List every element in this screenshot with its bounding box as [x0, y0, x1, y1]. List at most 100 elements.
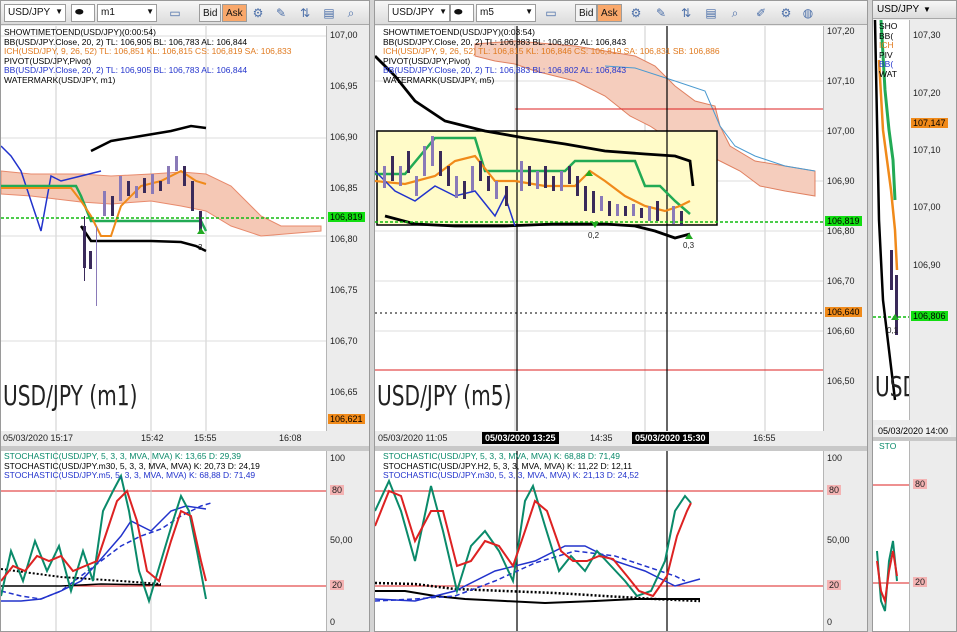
chart-style-icon: ⬬	[75, 7, 84, 18]
current-price-tag: 106,819	[825, 216, 862, 226]
price-chart[interactable]: 0,2 0,3 SHOWTIMETOEND(USD/JPY)(0:03:54) …	[375, 26, 823, 446]
drawing-tools-icon[interactable]: ✎	[273, 5, 289, 21]
price-chart[interactable]: 0,1 SHO BB( ICH PIV BB( WAT USD	[873, 19, 918, 420]
price-tick: 106,70	[827, 276, 855, 286]
stoch-tick: 50,00	[827, 535, 850, 545]
price-tick: 106,50	[827, 376, 855, 386]
edit-icon[interactable]: ✐	[753, 5, 769, 21]
price-axis[interactable]: 107,20 107,10 107,00 106,90 106,80 106,7…	[823, 26, 867, 431]
chart-toolbar: USD/JPY ▼ ⬬ m1 ▼ ▭ Bid Ask ⚙ ✎ ⇅ ▤ ⌕	[1, 1, 369, 25]
price-axis[interactable]: 107,30 107,20 107,10 107,00 106,90 107,1…	[909, 20, 956, 420]
indicator-legend: SHO BB( ICH PIV BB( WAT	[879, 21, 897, 79]
legend-line: STOCHASTIC(USD/JPY.m5, 5, 3, 3, MVA, MVA…	[4, 470, 256, 480]
time-label: 15:55	[194, 433, 217, 443]
stoch-tick: 50,00	[330, 535, 353, 545]
time-axis[interactable]: 05/03/2020 11:05 14:35 16:55	[375, 431, 823, 445]
price-tick: 106,60	[827, 326, 855, 336]
pivot-price-tag: 107,147	[911, 118, 948, 128]
timeframe-label: m5	[480, 7, 494, 18]
time-marker-box: 05/03/2020 15:30	[632, 432, 709, 444]
stoch-d-line	[1, 489, 207, 583]
time-label: 14:35	[590, 433, 613, 443]
chevron-down-icon: ▼	[55, 7, 63, 16]
price-tick: 107,10	[913, 145, 941, 155]
ask-button[interactable]: Ask	[597, 4, 622, 22]
price-tick: 107,00	[330, 30, 358, 40]
current-price-tag: 106,819	[328, 212, 365, 222]
indicator-legend: SHOWTIMETOEND(USD/JPY)(0:00:54) BB(USD/J…	[4, 27, 291, 85]
price-tick: 107,10	[827, 76, 855, 86]
stochastic-axis[interactable]: 100 80 50,00 20 0	[326, 451, 369, 631]
timeframe-select[interactable]: m5 ▼	[476, 4, 536, 22]
time-marker-box: 05/03/2020 14:00	[875, 425, 952, 437]
indicators-icon[interactable]: ⚙	[250, 5, 266, 21]
stochastic-pane[interactable]: STOCHASTIC(USD/JPY, 5, 3, 3, MVA, MVA) K…	[1, 451, 326, 631]
chart-style-icon: ⬬	[454, 7, 463, 18]
chevron-down-icon: ▼	[439, 7, 447, 16]
template-icon[interactable]: ▤	[321, 5, 337, 21]
timeframe-select[interactable]: m1 ▼	[97, 4, 157, 22]
time-axis[interactable]: 05/03/2020 15:17 15:42 15:55 16:08	[1, 431, 326, 445]
bid-button[interactable]: Bid	[575, 4, 598, 22]
price-tick: 106,85	[330, 183, 358, 193]
chart-toolbar: USD/JPY ▼ ⬬ m5 ▼ ▭ Bid Ask ⚙ ✎ ⇅ ▤ ⌕ ✐ ⚙ ◍	[375, 1, 867, 25]
marker-label: 3	[198, 243, 203, 252]
stoch-d-line	[375, 489, 692, 598]
price-axis[interactable]: 107,00 106,95 106,90 106,85 106,80 106,7…	[326, 26, 369, 431]
price-tick: 106,80	[827, 226, 855, 236]
time-label: 15:42	[141, 433, 164, 443]
ask-button[interactable]: Ask	[222, 4, 247, 22]
globe-icon[interactable]: ◍	[800, 5, 816, 21]
price-tick: 106,90	[827, 176, 855, 186]
indicator-legend: SHOWTIMETOEND(USD/JPY)(0:03:54) BB(USD/J…	[383, 27, 720, 85]
stoch-tick: 20	[827, 580, 842, 590]
price-chart[interactable]: 3 SHOWTIMETOEND(USD/JPY)(0:00:54) BB(USD…	[1, 26, 326, 431]
price-tick: 106,65	[330, 387, 358, 397]
symbol-select[interactable]: USD/JPY ▼	[4, 4, 66, 22]
trade-icon[interactable]: ⇅	[678, 5, 694, 21]
marker-label: 0,2	[588, 231, 600, 240]
template-icon[interactable]: ▤	[703, 5, 719, 21]
chart-style-select[interactable]: ⬬	[71, 4, 95, 22]
stoch-tick: 80	[827, 485, 842, 495]
symbol-select[interactable]: USD/JPY ▼	[388, 4, 450, 22]
stochastic-axis[interactable]: 100 80 50,00 20 0	[823, 451, 867, 631]
price-chart-canvas: 0,1	[873, 19, 909, 401]
price-tick: 107,30	[913, 30, 941, 40]
chevron-down-icon: ▼	[525, 7, 533, 16]
chevron-down-icon[interactable]: ▼	[923, 5, 931, 14]
stoch-tick: 80	[330, 485, 345, 495]
time-label: 05/03/2020 15:17	[3, 433, 74, 443]
price-tick: 106,70	[330, 336, 358, 346]
zoom-icon[interactable]: ⌕	[727, 5, 743, 21]
trade-icon[interactable]: ⇅	[297, 5, 313, 21]
stoch-tick: 0	[330, 617, 336, 627]
chart-style-select[interactable]: ⬬	[450, 4, 474, 22]
price-tick: 106,90	[330, 132, 358, 142]
chevron-down-icon: ▼	[146, 7, 154, 16]
price-chart-canvas: 0,2 0,3	[375, 26, 823, 446]
stochastic-legend: STOCHASTIC(USD/JPY, 5, 3, 3, MVA, MVA) K…	[4, 451, 260, 481]
chart-type-icon[interactable]: ▭	[543, 5, 559, 21]
drawing-tools-icon[interactable]: ✎	[653, 5, 669, 21]
time-label: 16:08	[279, 433, 302, 443]
symbol-label[interactable]: USD/JPY	[877, 4, 919, 15]
chart-type-icon[interactable]: ▭	[167, 5, 183, 21]
price-tick: 107,00	[913, 202, 941, 212]
stochastic-pane[interactable]: STO	[873, 441, 909, 631]
timeframe-label: m1	[101, 7, 115, 18]
price-chart-canvas: 3	[1, 26, 326, 431]
stochastic-pane[interactable]: STOCHASTIC(USD/JPY, 5, 3, 3, MVA, MVA) K…	[375, 451, 823, 631]
bid-button[interactable]: Bid	[199, 4, 222, 22]
pivot-price-tag: 106,621	[328, 414, 365, 424]
watermark: USD/JPY (m5)	[377, 379, 512, 412]
stoch-tick: 20	[330, 580, 345, 590]
settings-icon[interactable]: ⚙	[778, 5, 794, 21]
zoom-icon[interactable]: ⌕	[343, 5, 359, 21]
price-tick: 107,20	[827, 26, 855, 36]
legend-line: WAT	[879, 68, 897, 79]
stochastic-axis[interactable]: 80 20	[909, 441, 956, 631]
symbol-label: USD/JPY	[392, 7, 435, 18]
marker-label: 0,3	[683, 241, 695, 250]
indicators-icon[interactable]: ⚙	[628, 5, 644, 21]
